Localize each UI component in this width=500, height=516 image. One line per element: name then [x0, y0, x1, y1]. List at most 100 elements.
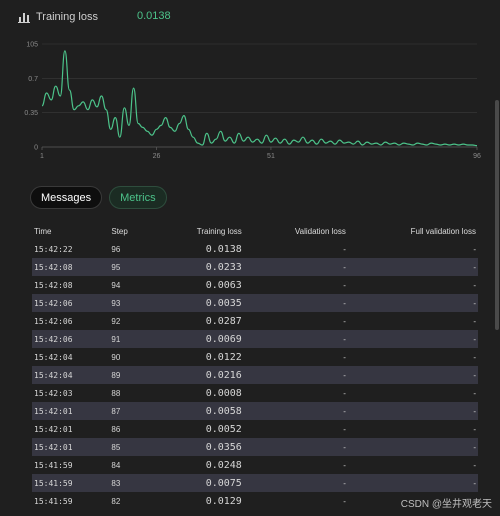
cell-validation-loss: - [343, 262, 346, 272]
current-loss-value: 0.0138 [137, 10, 171, 22]
x-tick-label: 1 [40, 153, 44, 160]
cell-step: 96 [111, 244, 121, 254]
tab-messages[interactable]: Messages [30, 186, 103, 209]
watermark: CSDN @坐井观老天 [400, 499, 492, 510]
table-row[interactable]: 15:42:08 94 0.0063 - - [32, 276, 478, 294]
cell-training-loss: 0.0287 [205, 315, 242, 327]
table-row[interactable]: 15:42:01 85 0.0356 - - [32, 438, 478, 456]
cell-validation-loss: - [343, 406, 346, 416]
cell-validation-loss: - [343, 298, 346, 308]
cell-training-loss: 0.0129 [205, 495, 242, 507]
cell-full-validation-loss: - [473, 478, 476, 488]
cell-training-loss: 0.0035 [205, 297, 242, 309]
cell-full-validation-loss: - [473, 316, 476, 326]
cell-time: 15:41:59 [34, 460, 73, 470]
cell-validation-loss: - [343, 460, 346, 470]
cell-validation-loss: - [343, 316, 346, 326]
cell-training-loss: 0.0063 [205, 279, 242, 291]
scrollbar[interactable] [495, 100, 499, 330]
cell-step: 91 [111, 334, 121, 344]
tab-bar: Messages Metrics [30, 186, 167, 209]
cell-full-validation-loss: - [473, 244, 476, 254]
cell-full-validation-loss: - [473, 406, 476, 416]
cell-time: 15:41:59 [34, 496, 73, 506]
cell-training-loss: 0.0008 [205, 387, 242, 399]
cell-time: 15:42:06 [34, 316, 73, 326]
cell-step: 92 [111, 316, 121, 326]
cell-full-validation-loss: - [473, 280, 476, 290]
y-tick-label: 0.7 [28, 76, 38, 83]
cell-training-loss: 0.0122 [205, 351, 242, 363]
x-tick-label: 51 [267, 153, 275, 160]
col-step[interactable]: Step [109, 222, 170, 240]
cell-time: 15:42:06 [34, 298, 73, 308]
cell-training-loss: 0.0233 [205, 261, 242, 273]
cell-full-validation-loss: - [473, 298, 476, 308]
x-tick-label: 96 [473, 153, 481, 160]
chart-title: Training loss [36, 11, 98, 23]
cell-training-loss: 0.0075 [205, 477, 242, 489]
table-row[interactable]: 15:42:01 87 0.0058 - - [32, 402, 478, 420]
cell-training-loss: 0.0248 [205, 459, 242, 471]
cell-validation-loss: - [343, 442, 346, 452]
cell-time: 15:41:59 [34, 478, 73, 488]
cell-time: 15:42:01 [34, 406, 73, 416]
table-row[interactable]: 15:42:22 96 0.0138 - - [32, 240, 478, 258]
loss-series-line [41, 50, 478, 147]
table-row[interactable]: 15:41:59 84 0.0248 - - [32, 456, 478, 474]
chart-header: Training loss 0.0138 [18, 9, 171, 25]
y-tick-label: 0 [34, 145, 38, 152]
table-row[interactable]: 15:42:06 91 0.0069 - - [32, 330, 478, 348]
cell-training-loss: 0.0356 [205, 441, 242, 453]
table-row[interactable]: 15:41:59 83 0.0075 - - [32, 474, 478, 492]
cell-time: 15:42:01 [34, 424, 73, 434]
cell-step: 94 [111, 280, 121, 290]
cell-training-loss: 0.0052 [205, 423, 242, 435]
cell-time: 15:42:08 [34, 262, 73, 272]
col-full-validation-loss[interactable]: Full validation loss [348, 222, 478, 240]
cell-step: 95 [111, 262, 121, 272]
cell-full-validation-loss: - [473, 424, 476, 434]
tab-metrics[interactable]: Metrics [109, 186, 167, 209]
cell-full-validation-loss: - [473, 460, 476, 470]
table-row[interactable]: 15:42:01 86 0.0052 - - [32, 420, 478, 438]
cell-validation-loss: - [343, 388, 346, 398]
cell-step: 84 [111, 460, 121, 470]
bar-chart-icon [18, 13, 30, 23]
cell-step: 83 [111, 478, 121, 488]
cell-validation-loss: - [343, 244, 346, 254]
table-row[interactable]: 15:42:06 92 0.0287 - - [32, 312, 478, 330]
training-loss-chart: 105 0.7 0.35 01 26 51 96 [24, 42, 481, 161]
table-header-row: Time Step Training loss Validation loss … [32, 222, 478, 240]
y-tick-label: 0.35 [24, 110, 38, 117]
cell-validation-loss: - [343, 424, 346, 434]
cell-training-loss: 0.0058 [205, 405, 242, 417]
cell-step: 88 [111, 388, 121, 398]
col-training-loss[interactable]: Training loss [170, 222, 243, 240]
table-row[interactable]: 15:42:04 89 0.0216 - - [32, 366, 478, 384]
cell-training-loss: 0.0138 [205, 243, 242, 255]
cell-time: 15:42:04 [34, 370, 73, 380]
table-row[interactable]: 15:42:08 95 0.0233 - - [32, 258, 478, 276]
cell-validation-loss: - [343, 280, 346, 290]
cell-step: 86 [111, 424, 121, 434]
table-row[interactable]: 15:42:06 93 0.0035 - - [32, 294, 478, 312]
cell-full-validation-loss: - [473, 352, 476, 362]
cell-validation-loss: - [343, 496, 346, 506]
cell-time: 15:42:04 [34, 352, 73, 362]
cell-validation-loss: - [343, 370, 346, 380]
cell-step: 90 [111, 352, 121, 362]
table-row[interactable]: 15:42:03 88 0.0008 - - [32, 384, 478, 402]
y-tick-label: 105 [26, 42, 38, 49]
table-row[interactable]: 15:42:04 90 0.0122 - - [32, 348, 478, 366]
col-validation-loss[interactable]: Validation loss [244, 222, 348, 240]
cell-full-validation-loss: - [473, 442, 476, 452]
cell-time: 15:42:03 [34, 388, 73, 398]
cell-training-loss: 0.0216 [205, 369, 242, 381]
col-time[interactable]: Time [32, 222, 109, 240]
x-tick-label: 26 [153, 153, 161, 160]
cell-step: 89 [111, 370, 121, 380]
cell-time: 15:42:01 [34, 442, 73, 452]
metrics-table: Time Step Training loss Validation loss … [32, 222, 478, 510]
cell-step: 93 [111, 298, 121, 308]
